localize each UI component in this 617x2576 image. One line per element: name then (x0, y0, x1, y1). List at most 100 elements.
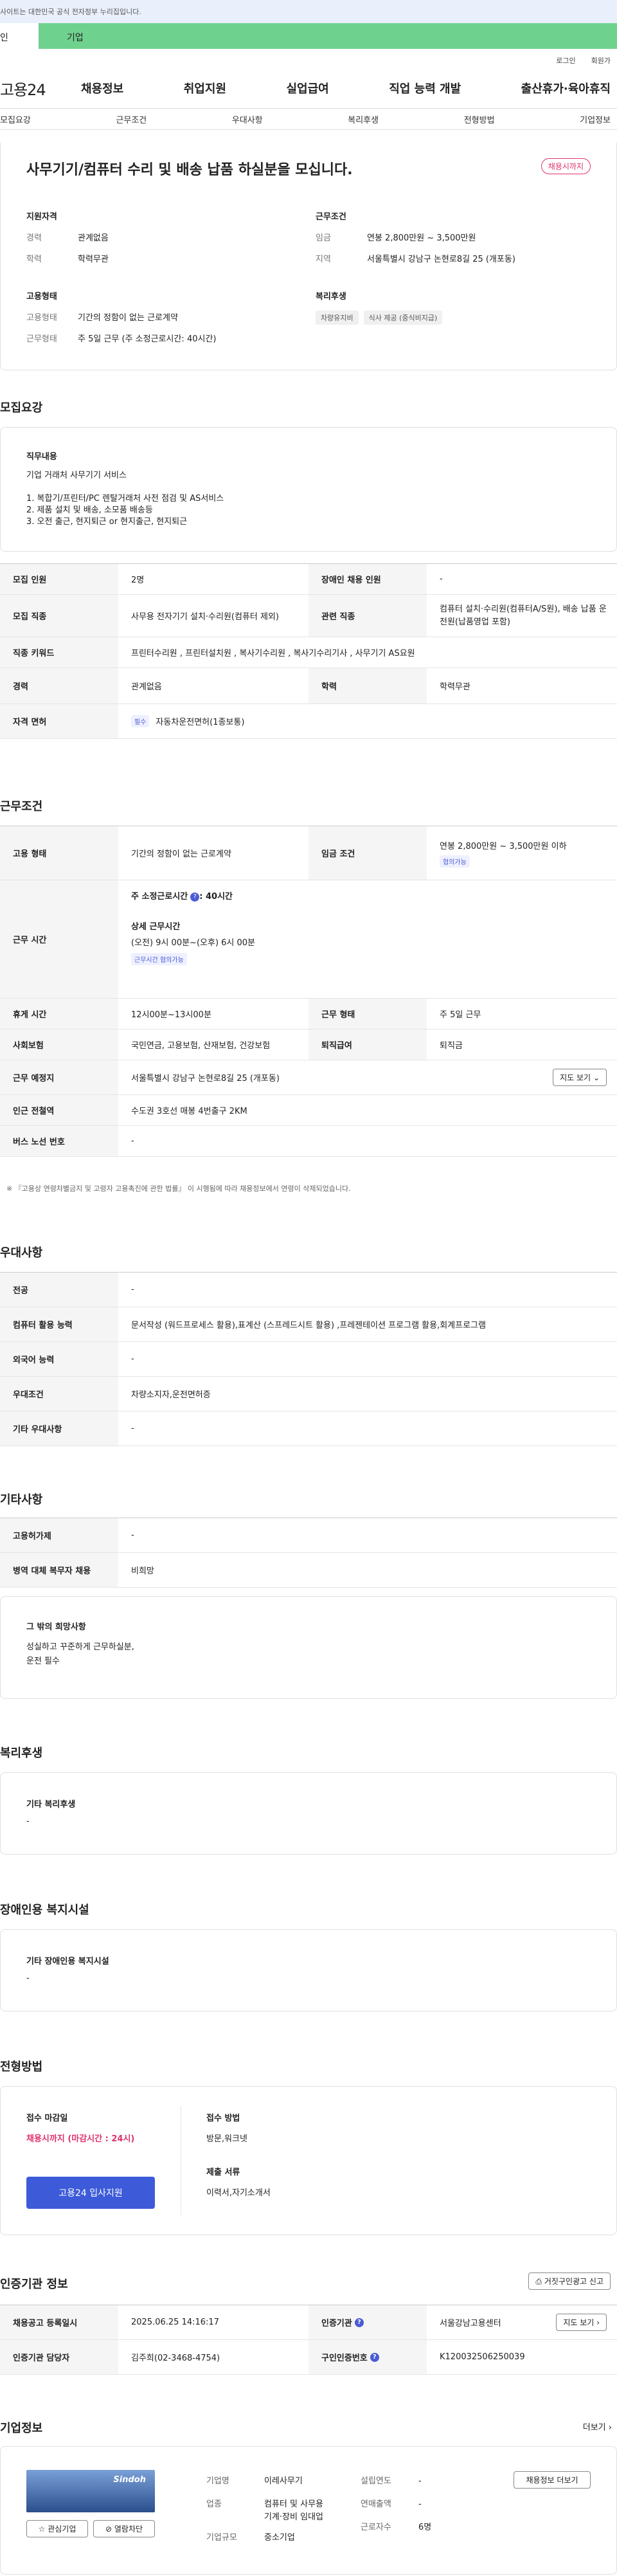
disability-box: 기타 장애인용 복지시설 - (0, 1929, 617, 2011)
gov-notice-bar: 사이트는 대한민국 공식 전자정부 누리집입니다. (0, 0, 617, 23)
info-icon[interactable]: ? (370, 2352, 379, 2362)
report-icon: ⎙ (535, 2277, 542, 2286)
section-heading-etc: 기타사항 (0, 1493, 43, 1507)
negotiable-tag: 협의가능 (440, 855, 470, 867)
cell-value: 관계없음 (131, 682, 162, 692)
employees-label: 근로자수 (361, 2523, 391, 2532)
chevron-right-icon: › (608, 2423, 612, 2433)
cell-value: 12시00분~13시00분 (131, 1010, 211, 1020)
job-desc-line: 2. 제품 설치 및 배송, 소모품 배송등 (26, 505, 153, 515)
region-value: 서울특별시 강남구 논현로8길 25 (개포동) (367, 255, 515, 264)
cell-value: - (131, 1354, 134, 1364)
career-value: 관계없음 (78, 233, 109, 243)
cell-label: 자격 면허 (0, 704, 118, 738)
welfare-box: 기타 복리후생 - (0, 1772, 617, 1855)
info-icon[interactable]: ? (354, 2317, 364, 2327)
region-label: 지역 (316, 255, 331, 264)
welfare-heading: 복리후생 (316, 292, 346, 302)
cell-label: 근무 예정지 (0, 1060, 118, 1094)
founded-value: - (418, 2476, 422, 2486)
global-nav: 고용24 채용정보 취업지원 실업급여 직업 능력 개발 출산휴가·육아휴직 (0, 68, 617, 108)
job-desc-line: 기업 거래처 사무기기 서비스 (26, 471, 127, 480)
gnb-leave[interactable]: 출산휴가·육아휴직 (521, 80, 611, 96)
gnb-unemployment-benefit[interactable]: 실업급여 (287, 80, 329, 96)
welfare-box-value: - (26, 1817, 30, 1826)
cell-value: - (131, 1285, 134, 1294)
login-link[interactable]: 로그인 (556, 55, 575, 68)
gnb-jobs[interactable]: 채용정보 (81, 80, 123, 96)
cell-value: 2명 (131, 576, 145, 585)
favorite-company-button[interactable]: ☆ 관심기업 (26, 2520, 88, 2537)
section-heading-welfare: 복리후생 (0, 1746, 43, 1760)
hope-line: 성실하고 꾸준하게 근무하실분, (26, 1642, 134, 1652)
summary-card: 사무기기/컴퓨터 수리 및 배송 납품 하실분을 모십니다. 채용시까지 지원자… (0, 143, 617, 370)
cell-value: 문서작성 (워드프로세스 활용),표계산 (스프레드시트 활용) ,프레젠테이션… (131, 1321, 486, 1330)
employees-value: 6명 (418, 2523, 432, 2532)
conditions-table: 고용 형태 기간의 정함이 없는 근로계약 임금 조건 연봉 2,800만원 ~… (0, 826, 617, 1157)
cell-label: 인근 전철역 (0, 1095, 118, 1125)
table-row: 근무 시간 주 소정근로시간?: 40시간 상세 근무시간 (오전) 9시 00… (0, 880, 617, 999)
cell-label: 채용공고 등록일시 (0, 2305, 118, 2339)
industry-value-2: 기계·장비 임대업 (264, 2512, 323, 2522)
gnb-employment-support[interactable]: 취업지원 (184, 80, 226, 96)
info-icon[interactable]: ? (190, 892, 200, 902)
block-view-button[interactable]: ⊘ 열람차단 (93, 2520, 155, 2537)
section-heading-recruit: 모집요강 (0, 401, 43, 415)
anchor-company[interactable]: 기업정보 (580, 113, 611, 129)
user-type-tabs: 인 기업 (0, 23, 617, 49)
disability-box-heading: 기타 장애인용 복지시설 (26, 1957, 109, 1966)
anchor-conditions[interactable]: 근무조건 (116, 113, 147, 129)
map-button-label: 지도 보기 (560, 1073, 591, 1082)
anchor-recruit[interactable]: 모집요강 (0, 113, 31, 129)
emp-heading: 고용형태 (26, 292, 57, 302)
table-row: 전공 - (0, 1273, 617, 1307)
cell-label: 우대조건 (0, 1377, 118, 1411)
table-row: 채용공고 등록일시 2025.06.25 14:16:17 인증기관? 서울강남… (0, 2305, 617, 2340)
cell-value: - (131, 1136, 134, 1146)
detail-hours-value: (오전) 9시 00분~(오후) 6시 00분 (131, 938, 256, 948)
gnb-training[interactable]: 직업 능력 개발 (389, 80, 461, 96)
cell-label: 관련 직종 (308, 595, 427, 637)
signup-link[interactable]: 회원가 (591, 55, 611, 68)
cell-value: 프린터수리원 , 프린터설치원 , 복사기수리원 , 복사기수리기사 , 사무기… (131, 649, 415, 658)
company-more-link[interactable]: 더보기 › (583, 2420, 612, 2433)
emp-label: 고용형태 (26, 313, 57, 323)
apply-button[interactable]: 고용24 입사지원 (26, 2177, 155, 2209)
hope-heading: 그 밖의 희망사항 (26, 1622, 86, 1632)
company-size-value: 중소기업 (264, 2533, 295, 2543)
cell-label: 인증기관 담당자 (0, 2340, 118, 2374)
edu-value: 학력무관 (78, 255, 109, 264)
section-heading-selection: 전형방법 (0, 2060, 43, 2074)
wage-label: 임금 (316, 233, 331, 243)
section-heading-certification: 인증기관 정보 (0, 2278, 68, 2291)
tab-company[interactable]: 기업 (39, 23, 617, 49)
map-button[interactable]: 지도 보기 ⌄ (553, 1069, 607, 1086)
cell-value: 기간의 정함이 없는 근로계약 (131, 849, 231, 859)
anchor-welfare[interactable]: 복리후생 (348, 113, 379, 129)
anchor-preferences[interactable]: 우대사항 (232, 113, 263, 129)
chevron-right-icon: › (596, 2318, 600, 2327)
cell-label: 사회보험 (0, 1029, 118, 1060)
etc-table: 고용허가제 - 병역 대체 복무자 채용 비희망 (0, 1518, 617, 1588)
anchor-selection[interactable]: 전형방법 (464, 113, 495, 129)
company-logo: Sindoh (26, 2470, 155, 2512)
cell-label: 퇴직급여 (308, 1029, 427, 1060)
org-map-button[interactable]: 지도 보기 › (556, 2314, 607, 2331)
revenue-label: 연매출액 (361, 2499, 391, 2509)
job-desc-line (26, 482, 224, 493)
report-false-ad-button[interactable]: ⎙ 거짓구인광고 신고 (528, 2272, 611, 2290)
cell-value: - (131, 1424, 134, 1433)
age-discrimination-note: ※ 『고용상 연령차별금지 및 고령자 고용촉진에 관한 법률』 이 시행됨에 … (6, 1184, 351, 1193)
documents-value: 이력서,자기소개서 (206, 2188, 271, 2198)
company-jobs-button[interactable]: 채용정보 더보기 (514, 2471, 591, 2489)
industry-label: 업종 (206, 2499, 222, 2509)
method-heading: 접수 방법 (206, 2114, 240, 2123)
tab-personal[interactable]: 인 (0, 23, 39, 49)
cell-value: 2025.06.25 14:16:17 (131, 2317, 219, 2327)
table-row: 외국어 능력 - (0, 1342, 617, 1377)
table-row: 고용 형태 기간의 정함이 없는 근로계약 임금 조건 연봉 2,800만원 ~… (0, 826, 617, 880)
org-label: 인증기관 (321, 2319, 352, 2328)
table-row: 근무 예정지 서울특별시 강남구 논현로8길 25 (개포동) 지도 보기 ⌄ (0, 1060, 617, 1095)
edu-label: 학력 (26, 255, 42, 264)
site-logo[interactable]: 고용24 (0, 77, 81, 100)
